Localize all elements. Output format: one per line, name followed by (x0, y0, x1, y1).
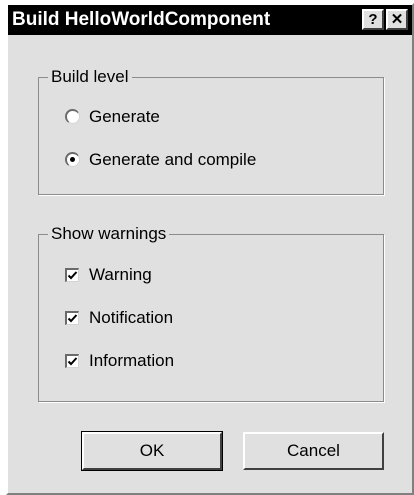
radio-label: Generate (89, 107, 160, 126)
checkbox-checked-icon[interactable] (65, 354, 79, 368)
build-level-group: Build level Generate Generate and compil… (38, 66, 384, 195)
dialog-title: Build HelloWorldComponent (12, 9, 271, 30)
radio-label: Generate and compile (89, 150, 257, 169)
checkbox-checked-icon[interactable] (65, 311, 79, 325)
build-level-legend: Build level (48, 66, 132, 88)
show-warnings-legend: Show warnings (48, 223, 170, 245)
show-warnings-group: Show warnings Warning Notification Infor… (38, 223, 384, 402)
build-dialog: Build HelloWorldComponent ? ✕ Build leve… (6, 3, 414, 495)
close-button[interactable]: ✕ (386, 9, 408, 30)
radio-button-icon[interactable] (65, 109, 80, 124)
ok-button[interactable]: OK (81, 431, 223, 471)
help-button[interactable]: ? (362, 9, 384, 30)
checkbox-label: Warning (89, 265, 152, 284)
checkbox-label: Information (89, 351, 175, 370)
checkbox-label: Notification (89, 308, 174, 327)
cancel-button[interactable]: Cancel (243, 432, 384, 470)
checkbox-checked-icon[interactable] (65, 268, 79, 282)
title-bar: Build HelloWorldComponent ? ✕ (8, 5, 412, 35)
radio-dot-icon (70, 157, 75, 162)
radio-button-selected-icon[interactable] (65, 152, 80, 167)
